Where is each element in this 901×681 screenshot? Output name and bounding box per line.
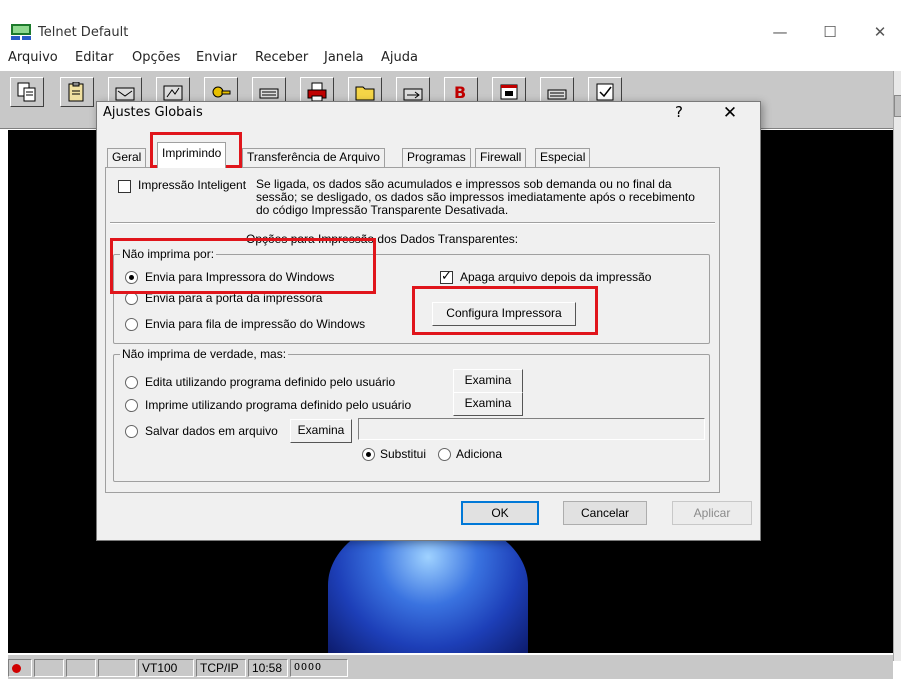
- delete-after-print-label: Apaga arquivo depois da impressão: [460, 270, 652, 284]
- window-title: Telnet Default: [38, 25, 129, 40]
- dialog-title: Ajustes Globais: [103, 105, 203, 120]
- svg-text:B: B: [454, 83, 466, 102]
- menu-receber[interactable]: Receber: [255, 50, 308, 65]
- printer-icon: [307, 82, 327, 102]
- paste-icon: [68, 82, 84, 102]
- keyboard-map-icon: [547, 89, 567, 100]
- status-emulation: VT100: [138, 659, 194, 677]
- highlight-configure-printer: [412, 286, 598, 335]
- tab-especial[interactable]: Especial: [535, 148, 591, 167]
- folder-icon: [355, 86, 375, 101]
- radio-windows-print-queue[interactable]: [125, 318, 138, 331]
- delete-after-print-checkbox[interactable]: [440, 269, 453, 284]
- vertical-scrollbar[interactable]: [893, 71, 901, 661]
- menu-ajuda[interactable]: Ajuda: [381, 50, 418, 65]
- browse-file-button[interactable]: Examina: [290, 419, 352, 443]
- radio-edit-user-program[interactable]: [125, 376, 138, 389]
- tab-geral[interactable]: Geral: [107, 148, 147, 167]
- dialog-close-button[interactable]: ✕: [719, 103, 741, 123]
- radio-edit-user-program-label: Edita utilizando programa definido pelo …: [145, 375, 396, 389]
- status-protocol: TCP/IP: [196, 659, 246, 677]
- status-leds: OOOO: [290, 659, 348, 677]
- paste-button[interactable]: [60, 77, 94, 107]
- maximize-button[interactable]: ☐: [816, 22, 844, 42]
- menu-janela[interactable]: Janela: [324, 50, 364, 65]
- radio-print-user-program[interactable]: [125, 399, 138, 412]
- scroll-thumb[interactable]: [894, 95, 901, 117]
- telnet-app-icon: [11, 24, 31, 40]
- ok-button[interactable]: OK: [461, 501, 539, 525]
- status-time: 10:58: [248, 659, 288, 677]
- menu-enviar[interactable]: Enviar: [196, 50, 237, 65]
- browse-print-program-button[interactable]: Examina: [453, 392, 523, 416]
- script-icon: B: [454, 83, 466, 102]
- close-window-button[interactable]: ✕: [866, 22, 894, 42]
- status-cell-empty-1: [34, 659, 64, 677]
- menu-editar[interactable]: Editar: [75, 50, 114, 65]
- radio-replace-label: Substitui: [380, 447, 427, 461]
- radio-append[interactable]: [438, 448, 451, 461]
- tab-imprimindo[interactable]: Imprimindo: [157, 142, 227, 168]
- no-print-group: Não imprima de verdade, mas: Edita utili…: [113, 347, 710, 482]
- tab-programas[interactable]: Programas: [402, 148, 471, 167]
- menu-bar: Arquivo Editar Opções Enviar Receber Jan…: [0, 47, 901, 71]
- copy-button[interactable]: [10, 77, 44, 107]
- keys-icon: [212, 86, 231, 98]
- check-icon: [596, 83, 614, 101]
- radio-windows-print-queue-label: Envia para fila de impressão do Windows: [145, 317, 366, 331]
- section-divider: [110, 222, 715, 224]
- highlight-windows-printer-option: [110, 238, 376, 294]
- file-path-input[interactable]: [358, 418, 705, 440]
- minimize-button[interactable]: —: [766, 22, 794, 42]
- radio-print-user-program-label: Imprime utilizando programa definido pel…: [145, 398, 412, 412]
- radio-save-to-file-label: Salvar dados em arquivo: [145, 424, 278, 438]
- connection-status-icon: [12, 664, 21, 673]
- browse-edit-program-button[interactable]: Examina: [453, 369, 523, 393]
- keyboard-icon: [259, 88, 279, 99]
- tab-transferencia-de-arquivo[interactable]: Transferência de Arquivo: [242, 148, 385, 167]
- status-led-cell: [8, 659, 32, 677]
- cancel-button[interactable]: Cancelar: [563, 501, 647, 525]
- status-cell-empty-2: [66, 659, 96, 677]
- smart-print-label: Impressão Inteligent: [138, 178, 247, 192]
- menu-opcoes[interactable]: Opções: [132, 50, 180, 65]
- copy-icon: [17, 82, 36, 102]
- menu-arquivo[interactable]: Arquivo: [8, 50, 58, 65]
- no-print-group-legend: Não imprima de verdade, mas:: [120, 347, 289, 361]
- status-bar: VT100 TCP/IP 10:58 OOOO: [8, 655, 893, 679]
- connect-icon: [163, 85, 183, 101]
- apply-button[interactable]: Aplicar: [672, 501, 752, 525]
- help-button[interactable]: ?: [669, 103, 689, 121]
- radio-append-label: Adiciona: [456, 447, 503, 461]
- send-icon: [115, 87, 135, 101]
- smart-print-description: Se ligada, os dados são acumulados e imp…: [256, 177, 695, 217]
- tab-firewall[interactable]: Firewall: [475, 148, 527, 167]
- window-icon: [500, 84, 518, 100]
- transfer-icon: [403, 88, 423, 101]
- radio-replace[interactable]: [362, 448, 375, 461]
- radio-save-to-file[interactable]: [125, 425, 138, 438]
- smart-print-checkbox[interactable]: [118, 180, 131, 193]
- title-bar: Telnet Default — ☐ ✕: [0, 0, 901, 44]
- status-cell-empty-3: [98, 659, 136, 677]
